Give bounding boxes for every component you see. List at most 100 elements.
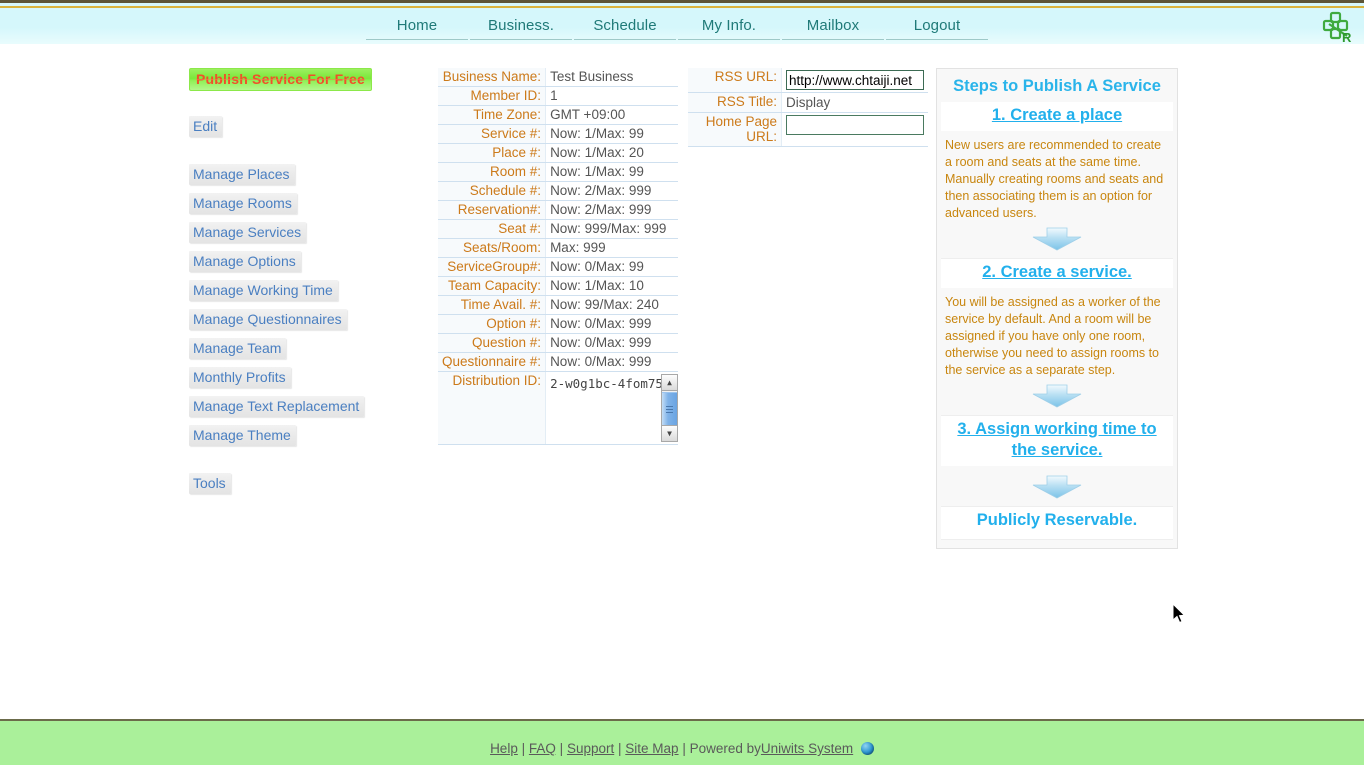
sidebar-item-manage-rooms[interactable]: Manage Rooms (189, 193, 297, 214)
rss-url-label: RSS URL: (688, 68, 782, 93)
nav-item-schedule[interactable]: Schedule (574, 16, 676, 40)
uniwits-clover-logo-icon[interactable]: R (1320, 9, 1356, 45)
table-row: Team Capacity: Now: 1/Max: 10 (438, 276, 679, 296)
row-value: Now: 99/Max: 240 (545, 295, 679, 315)
page-content: Publish Service For Free Edit Manage Pla… (0, 44, 1364, 719)
sidebar-item-row: Manage Text Replacement (189, 396, 369, 417)
rss-settings-table: RSS URL: RSS Title: Display Home Page UR… (688, 68, 928, 147)
footer-link-site-map[interactable]: Site Map (625, 741, 678, 756)
mouse-cursor-icon (1172, 602, 1186, 624)
table-row: Business Name: Test Business (438, 68, 679, 87)
sidebar-item-manage-questionnaires[interactable]: Manage Questionnaires (189, 309, 347, 330)
scrollbar-thumb[interactable] (662, 392, 678, 425)
sidebar-item-monthly-profits[interactable]: Monthly Profits (189, 367, 291, 388)
row-value: Now: 1/Max: 10 (545, 276, 679, 296)
svg-text:R: R (1342, 30, 1352, 45)
nav-item-mailbox[interactable]: Mailbox (782, 16, 884, 40)
sidebar-item-edit[interactable]: Edit (189, 116, 223, 137)
step-3-header: 3. Assign working time to the service. (941, 416, 1173, 466)
row-label: Seat #: (438, 219, 547, 239)
sidebar-item-tools[interactable]: Tools (189, 473, 231, 494)
rss-url-input[interactable] (786, 70, 924, 90)
page-header: Home Business. Schedule My Info. Mailbox… (0, 0, 1364, 45)
footer-link-support[interactable]: Support (567, 741, 614, 756)
footer-link-help[interactable]: Help (490, 741, 518, 756)
table-row: RSS Title: Display (688, 92, 928, 113)
sidebar-item-row: Manage Theme (189, 425, 369, 446)
table-row: Time Zone: GMT +09:00 (438, 105, 679, 125)
sidebar-item-manage-options[interactable]: Manage Options (189, 251, 301, 272)
row-value: Now: 0/Max: 999 (545, 352, 679, 372)
table-row: Seats/Room: Max: 999 (438, 238, 679, 258)
row-label: Time Avail. #: (438, 295, 547, 315)
distribution-id-scrollbar[interactable]: ▲ ▼ (661, 374, 679, 442)
page-footer: Help | FAQ | Support | Site Map | Powere… (0, 719, 1364, 765)
table-row: Seat #: Now: 999/Max: 999 (438, 219, 679, 239)
step-4-header: Publicly Reservable. (941, 507, 1173, 539)
row-label: Distribution ID: (438, 371, 547, 445)
row-label: Member ID: (438, 86, 547, 106)
nav-item-logout[interactable]: Logout (886, 16, 988, 40)
homepage-url-cell (781, 112, 928, 147)
step-3-link[interactable]: 3. Assign working time to the service. (957, 420, 1156, 459)
nav-item-home[interactable]: Home (366, 16, 468, 40)
table-row-distribution-id: Distribution ID: 2-w0g1bc-4fom75-66jrpn-… (438, 371, 679, 445)
publicly-reservable-label: Publicly Reservable. (976, 511, 1138, 529)
step-2-link[interactable]: 2. Create a service. (982, 263, 1132, 281)
homepage-url-input[interactable] (786, 115, 924, 135)
row-value: Now: 0/Max: 99 (545, 257, 679, 277)
rss-url-cell (781, 68, 928, 93)
footer-links: Help | FAQ | Support | Site Map | Powere… (0, 721, 1364, 756)
distribution-id-scroll-area[interactable]: 2-w0g1bc-4fom75-66jrpn-fjb1p4-lt83c6-3ni… (550, 374, 679, 442)
row-label: Seats/Room: (438, 238, 547, 258)
row-label: ServiceGroup#: (438, 257, 547, 277)
row-label: Business Name: (438, 68, 547, 87)
step-2-description: You will be assigned as a worker of the … (945, 295, 1161, 377)
nav-item-business[interactable]: Business. (470, 16, 572, 40)
homepage-url-label: Home Page URL: (688, 112, 782, 147)
footer-link-faq[interactable]: FAQ (529, 741, 556, 756)
row-value: 2-w0g1bc-4fom75-66jrpn-fjb1p4-lt83c6-3ni… (545, 371, 679, 445)
homepage-url-label-line1: Home Page (705, 114, 777, 129)
sidebar-item-manage-working-time[interactable]: Manage Working Time (189, 280, 338, 301)
footer-separator: | (559, 741, 564, 756)
row-label: Questionnaire #: (438, 352, 547, 372)
table-row: Option #: Now: 0/Max: 999 (438, 314, 679, 334)
row-label: Reservation#: (438, 200, 547, 220)
footer-link-uniwits-system[interactable]: Uniwits System (761, 741, 853, 756)
sidebar-item-row: Tools (189, 473, 369, 494)
table-row: Schedule #: Now: 2/Max: 999 (438, 181, 679, 201)
table-row: Member ID: 1 (438, 86, 679, 106)
step-3-arrow-icon (937, 466, 1177, 506)
row-label: Schedule #: (438, 181, 547, 201)
row-value: Now: 999/Max: 999 (545, 219, 679, 239)
scroll-up-arrow-icon[interactable]: ▲ (662, 375, 678, 391)
sidebar-item-manage-theme[interactable]: Manage Theme (189, 425, 296, 446)
publish-service-for-free-button[interactable]: Publish Service For Free (189, 68, 372, 91)
scrollbar-grip-icon (666, 404, 674, 415)
step-1-arrow-icon (937, 224, 1177, 258)
table-row: RSS URL: (688, 68, 928, 93)
sidebar-item-row: Manage Options (189, 251, 369, 272)
sidebar-item-manage-places[interactable]: Manage Places (189, 164, 295, 185)
row-value: Now: 0/Max: 999 (545, 333, 679, 353)
footer-separator: | (682, 741, 686, 756)
business-info-table: Business Name: Test Business Member ID: … (438, 68, 679, 445)
row-value: Now: 0/Max: 999 (545, 314, 679, 334)
table-row: Room #: Now: 1/Max: 99 (438, 162, 679, 182)
table-row: Question #: Now: 0/Max: 999 (438, 333, 679, 353)
scroll-down-arrow-icon[interactable]: ▼ (662, 425, 678, 441)
step-2-arrow-icon (937, 381, 1177, 415)
table-row: ServiceGroup#: Now: 0/Max: 99 (438, 257, 679, 277)
row-value: Now: 2/Max: 999 (545, 181, 679, 201)
sidebar-item-manage-services[interactable]: Manage Services (189, 222, 307, 243)
main-navigation: Home Business. Schedule My Info. Mailbox… (366, 16, 988, 41)
sidebar-item-row: Manage Working Time (189, 280, 369, 301)
sidebar-item-manage-text-replacement[interactable]: Manage Text Replacement (189, 396, 365, 417)
step-1-link[interactable]: 1. Create a place (992, 106, 1122, 124)
nav-item-my-info[interactable]: My Info. (678, 16, 780, 40)
row-value: 1 (545, 86, 679, 106)
sidebar-item-row: Monthly Profits (189, 367, 369, 388)
steps-to-publish-panel: Steps to Publish A Service 1. Create a p… (936, 68, 1178, 549)
sidebar-item-manage-team[interactable]: Manage Team (189, 338, 287, 359)
